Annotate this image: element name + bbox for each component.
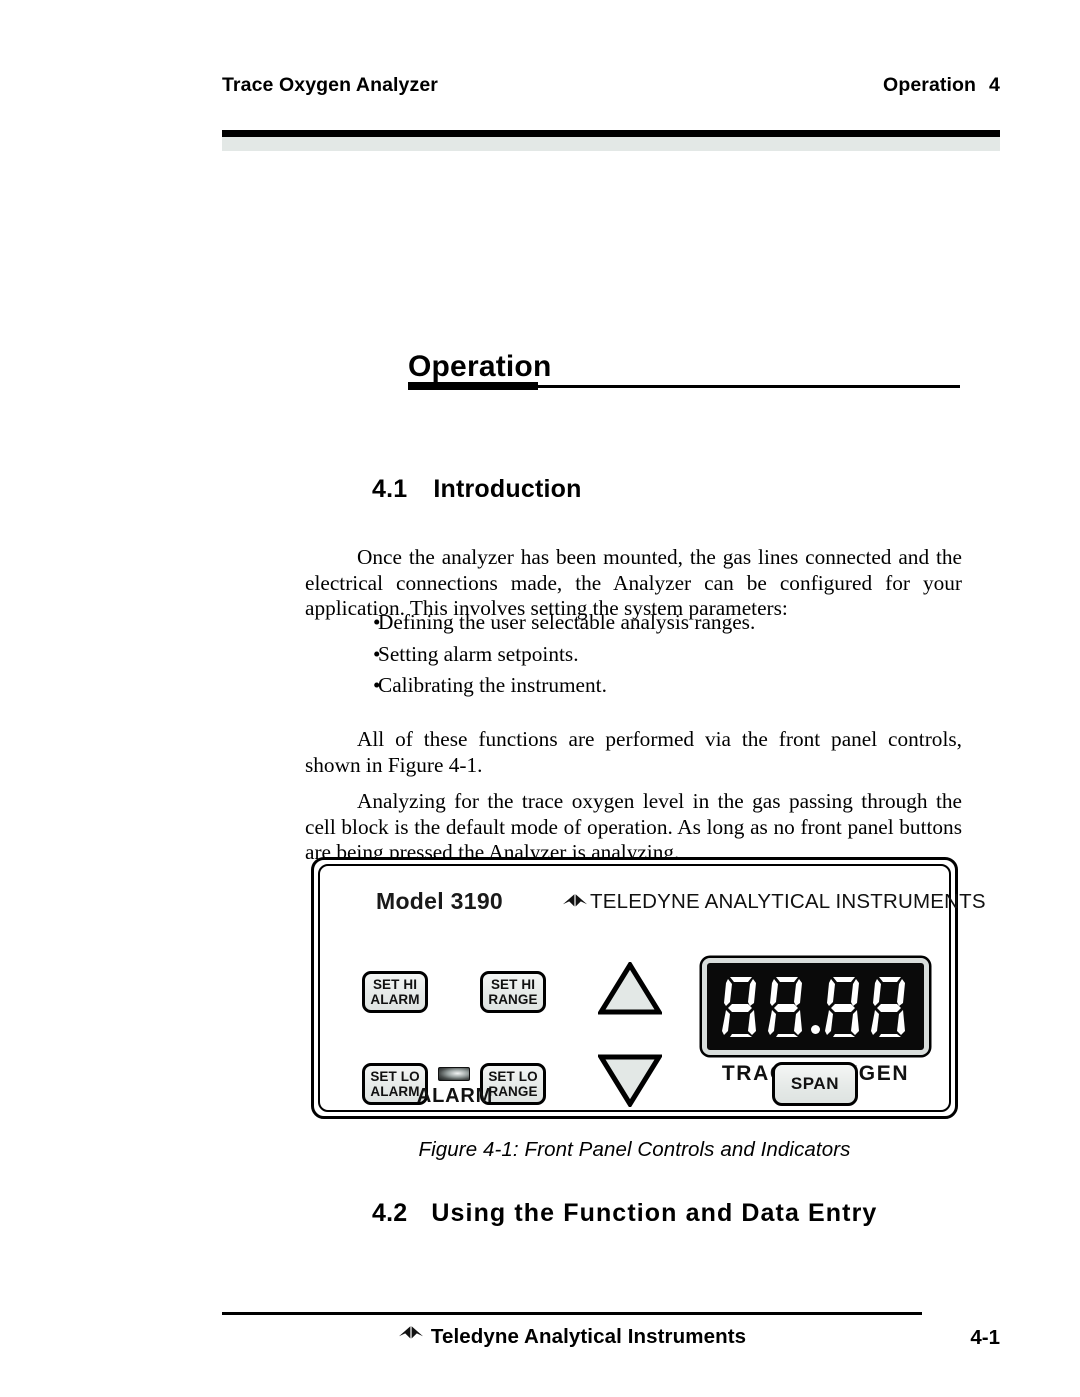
span-button[interactable]: SPAN <box>772 1062 858 1106</box>
section-number-4-1: 4.1 <box>372 475 408 503</box>
seven-segment-digit-4 <box>871 976 905 1037</box>
set-lo-alarm-line1: SET LO <box>370 1069 420 1084</box>
section-heading-4-2: 4.2 Using the Function and Data Entry <box>372 1199 877 1228</box>
list-item-label: Setting alarm setpoints. <box>378 641 579 666</box>
triangle-up-icon <box>596 960 664 1015</box>
list-item-label: Calibrating the instrument. <box>378 673 607 697</box>
teledyne-logo-icon <box>398 1325 424 1349</box>
panel-brand-label: TELEDYNE ANALYTICAL INSTRUMENTS <box>590 890 986 913</box>
alarm-label: ALARM <box>416 1085 494 1107</box>
panel-inner-frame: Model 3190 TELEDYNE ANALYTICAL INSTRUMEN… <box>318 864 986 1112</box>
footer-company-label: Teledyne Analytical Instruments <box>430 1325 747 1348</box>
down-arrow-button[interactable] <box>596 1054 664 1109</box>
chapter-title-block: Operation <box>408 350 960 392</box>
up-arrow-button[interactable] <box>596 960 664 1015</box>
seven-segment-digit-2 <box>768 976 802 1037</box>
section-number-4-2: 4.2 <box>372 1199 408 1227</box>
header-rule <box>222 130 1000 137</box>
teledyne-logo-icon <box>562 893 588 911</box>
set-lo-range-line1: SET LO <box>488 1069 538 1084</box>
section-title-4-1: Introduction <box>433 475 582 503</box>
footer-rule <box>222 1312 922 1315</box>
section-heading-4-1: 4.1 Introduction <box>372 475 582 504</box>
list-item: • Calibrating the instrument. <box>305 670 962 702</box>
running-header-right: Operation 4 <box>883 74 1000 97</box>
paragraph-functions: All of these functions are performed via… <box>305 727 962 777</box>
panel-model-label: Model 3190 <box>376 888 503 914</box>
decimal-point-icon <box>811 1025 820 1034</box>
list-item: • Defining the user selectable analysis … <box>305 607 962 639</box>
running-header-chapter-number: 4 <box>989 74 1000 96</box>
chapter-rule-thick <box>408 382 538 390</box>
front-panel-figure: Model 3190 TELEDYNE ANALYTICAL INSTRUMEN… <box>311 857 986 1119</box>
seven-segment-digit-3 <box>825 976 859 1037</box>
set-hi-alarm-line1: SET HI <box>372 977 418 992</box>
paragraph-analyzing: Analyzing for the trace oxygen level in … <box>305 789 962 865</box>
bullet-list: • Defining the user selectable analysis … <box>305 607 962 702</box>
set-hi-alarm-button[interactable]: SET HI ALARM <box>362 971 428 1013</box>
list-item: • Setting alarm setpoints. <box>305 639 962 671</box>
list-item-label: Defining the user selectable analysis ra… <box>378 610 756 634</box>
running-header: Trace Oxygen Analyzer Operation 4 <box>222 74 1000 97</box>
footer-company: Teledyne Analytical Instruments <box>222 1325 922 1349</box>
panel-brand: TELEDYNE ANALYTICAL INSTRUMENTS <box>562 890 986 914</box>
running-header-section: Operation <box>883 74 977 96</box>
set-hi-range-line2: RANGE <box>488 992 538 1007</box>
figure-caption: Figure 4-1: Front Panel Controls and Ind… <box>418 1138 851 1161</box>
set-hi-range-line1: SET HI <box>490 977 536 992</box>
document-page: Trace Oxygen Analyzer Operation 4 Operat… <box>0 0 1080 1397</box>
set-hi-range-button[interactable]: SET HI RANGE <box>480 971 546 1013</box>
page-footer: Teledyne Analytical Instruments 4-1 <box>222 1325 1000 1359</box>
footer-page-number: 4-1 <box>970 1326 1000 1349</box>
running-header-left: Trace Oxygen Analyzer <box>222 74 438 96</box>
page-title: Operation <box>408 350 552 383</box>
bullet-marker-icon: • <box>373 610 381 634</box>
header-band <box>222 137 1000 151</box>
trace-oxygen-display <box>702 958 929 1055</box>
set-hi-alarm-line2: ALARM <box>370 992 420 1007</box>
seven-segment-digit-1 <box>722 976 756 1037</box>
section-title-4-2: Using the Function and Data Entry <box>431 1199 878 1227</box>
bullet-marker-icon: • <box>373 641 381 666</box>
bullet-marker-icon: • <box>373 673 381 697</box>
alarm-led-icon <box>438 1067 470 1081</box>
span-button-label: SPAN <box>790 1074 840 1093</box>
triangle-down-icon <box>596 1054 664 1109</box>
